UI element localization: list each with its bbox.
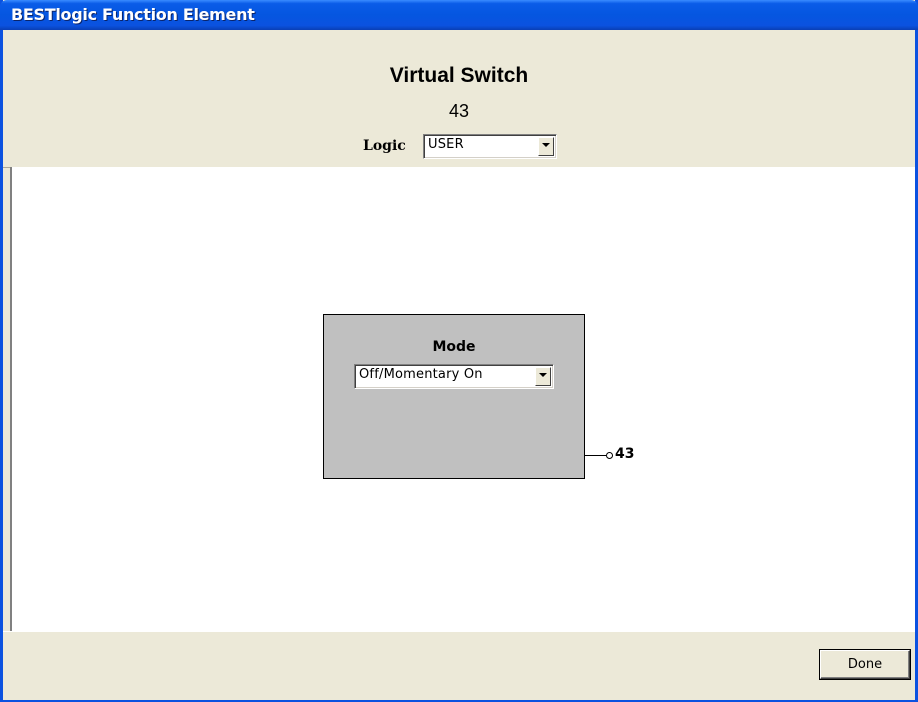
window-title: BESTlogic Function Element [11, 5, 255, 24]
logic-label: Logic [363, 138, 406, 154]
element-number: 43 [448, 101, 470, 121]
mode-select[interactable]: Off/Momentary On [354, 364, 554, 389]
header-panel: Virtual Switch 43 Logic USER [3, 30, 915, 168]
element-heading: Virtual Switch [389, 64, 529, 87]
logic-diagram-canvas: Mode Off/Momentary On 43 [10, 167, 915, 631]
mode-label: Mode [432, 339, 476, 355]
footer-panel: Done [3, 631, 915, 700]
output-terminal [606, 452, 613, 459]
mode-select-value: Off/Momentary On [359, 367, 483, 382]
chevron-down-icon[interactable] [535, 367, 551, 386]
logic-select-value: USER [428, 137, 464, 152]
output-label: 43 [615, 446, 635, 462]
dialog-window: BESTlogic Function Element Virtual Switc… [0, 0, 918, 702]
logic-select[interactable]: USER [423, 134, 557, 159]
done-button[interactable]: Done [820, 650, 910, 679]
chevron-down-icon[interactable] [538, 137, 554, 156]
title-bar[interactable]: BESTlogic Function Element [0, 0, 918, 30]
output-line [585, 455, 606, 456]
function-block: Mode Off/Momentary On [323, 314, 585, 479]
